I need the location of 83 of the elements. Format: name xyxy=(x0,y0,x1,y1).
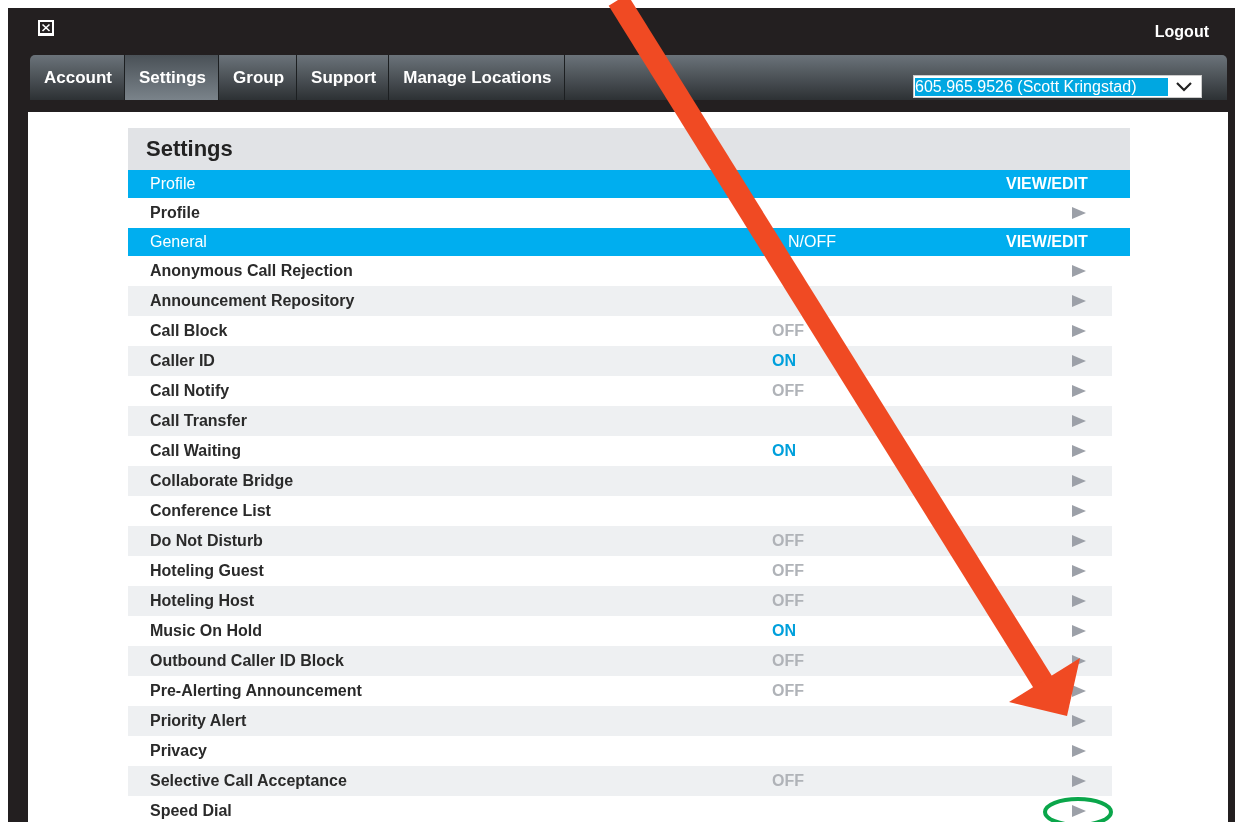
setting-name: Privacy xyxy=(150,742,208,760)
setting-name: Outbound Caller ID Block xyxy=(150,652,345,670)
setting-row[interactable]: Call Waiting ON xyxy=(128,436,1112,466)
setting-name: Caller ID xyxy=(150,352,216,370)
nav-tab[interactable]: Manage Locations xyxy=(389,55,565,100)
setting-row[interactable]: Collaborate Bridge xyxy=(128,466,1112,496)
setting-name: Collaborate Bridge xyxy=(150,472,295,490)
triangle-arrow-icon[interactable] xyxy=(1072,805,1086,817)
setting-row[interactable]: Caller ID ON xyxy=(128,346,1112,376)
status-text: OFF xyxy=(772,772,804,789)
setting-row[interactable]: Privacy xyxy=(128,736,1112,766)
status-text: ON xyxy=(772,442,796,459)
triangle-arrow-icon[interactable] xyxy=(1072,325,1086,337)
setting-name: Call Block xyxy=(150,322,229,340)
chevron-down-icon xyxy=(1176,81,1192,92)
setting-row[interactable]: Call Transfer xyxy=(128,406,1112,436)
nav-tab[interactable]: Group xyxy=(219,55,298,100)
nav-tab[interactable]: Support xyxy=(297,55,390,100)
setting-name: Hoteling Host xyxy=(150,592,255,610)
triangle-arrow-icon[interactable] xyxy=(1072,625,1086,637)
triangle-arrow-icon[interactable] xyxy=(1072,355,1086,367)
triangle-arrow-icon[interactable] xyxy=(1072,535,1086,547)
setting-name: Selective Call Acceptance xyxy=(150,772,348,790)
setting-row[interactable]: Selective Call Acceptance OFF xyxy=(128,766,1112,796)
setting-name: Speed Dial xyxy=(150,802,233,820)
nav-tab[interactable]: Settings xyxy=(125,55,220,100)
setting-row[interactable]: Priority Alert xyxy=(128,706,1112,736)
setting-name: Profile xyxy=(150,204,201,222)
setting-name: Anonymous Call Rejection xyxy=(150,262,354,280)
setting-name: Call Transfer xyxy=(150,412,248,430)
triangle-arrow-icon[interactable] xyxy=(1072,475,1086,487)
logout-link[interactable]: Logout xyxy=(1154,22,1209,41)
setting-row[interactable]: Profile xyxy=(128,198,1112,228)
setting-name: Announcement Repository xyxy=(150,292,356,310)
setting-row[interactable]: Announcement Repository xyxy=(128,286,1112,316)
setting-row[interactable]: Anonymous Call Rejection xyxy=(128,256,1112,286)
status-text: OFF xyxy=(772,592,804,609)
status-text: OFF xyxy=(772,322,804,339)
triangle-arrow-icon[interactable] xyxy=(1072,715,1086,727)
triangle-arrow-icon[interactable] xyxy=(1072,445,1086,457)
status-text: ON xyxy=(772,622,796,639)
triangle-arrow-icon[interactable] xyxy=(1072,745,1086,757)
close-icon[interactable] xyxy=(38,19,54,36)
column-heading: VIEW/EDIT xyxy=(1006,175,1088,193)
setting-name: Conference List xyxy=(150,502,272,520)
setting-name: Music On Hold xyxy=(150,622,263,640)
status-text: OFF xyxy=(772,682,804,699)
triangle-arrow-icon[interactable] xyxy=(1072,505,1086,517)
status-text: OFF xyxy=(772,652,804,669)
setting-name: Call Waiting xyxy=(150,442,242,460)
column-heading: N/OFF xyxy=(788,233,836,250)
setting-row[interactable]: Call Block OFF xyxy=(128,316,1112,346)
setting-name: Hoteling Guest xyxy=(150,562,265,580)
setting-name: Call Notify xyxy=(150,382,231,400)
setting-row[interactable]: Hoteling Host OFF xyxy=(128,586,1112,616)
status-text: OFF xyxy=(772,532,804,549)
setting-name: Pre-Alerting Announcement xyxy=(150,682,363,700)
section-title: General xyxy=(150,233,208,251)
status-text: OFF xyxy=(772,562,804,579)
setting-row[interactable]: Conference List xyxy=(128,496,1112,526)
triangle-arrow-icon[interactable] xyxy=(1072,775,1086,787)
column-heading: VIEW/EDIT xyxy=(1006,233,1088,251)
setting-row[interactable]: Music On Hold ON xyxy=(128,616,1112,646)
triangle-arrow-icon[interactable] xyxy=(1072,207,1086,219)
section-title: Profile xyxy=(150,175,197,193)
triangle-arrow-icon[interactable] xyxy=(1072,385,1086,397)
triangle-arrow-icon[interactable] xyxy=(1072,265,1086,277)
setting-row[interactable]: Hoteling Guest OFF xyxy=(128,556,1112,586)
triangle-arrow-icon[interactable] xyxy=(1072,595,1086,607)
setting-name: Do Not Disturb xyxy=(150,532,264,550)
status-text: OFF xyxy=(772,382,804,399)
triangle-arrow-icon[interactable] xyxy=(1072,415,1086,427)
setting-row[interactable]: Do Not Disturb OFF xyxy=(128,526,1112,556)
triangle-arrow-icon[interactable] xyxy=(1072,295,1086,307)
setting-row[interactable]: Speed Dial xyxy=(128,796,1112,822)
setting-row[interactable]: Call Notify OFF xyxy=(128,376,1112,406)
settings-title: Settings xyxy=(128,128,1130,170)
setting-name: Priority Alert xyxy=(150,712,248,730)
setting-row[interactable]: Pre-Alerting Announcement OFF xyxy=(128,676,1112,706)
status-text: ON xyxy=(772,352,796,369)
setting-row[interactable]: Outbound Caller ID Block OFF xyxy=(128,646,1112,676)
triangle-arrow-icon[interactable] xyxy=(1072,565,1086,577)
triangle-arrow-icon[interactable] xyxy=(1072,685,1086,697)
